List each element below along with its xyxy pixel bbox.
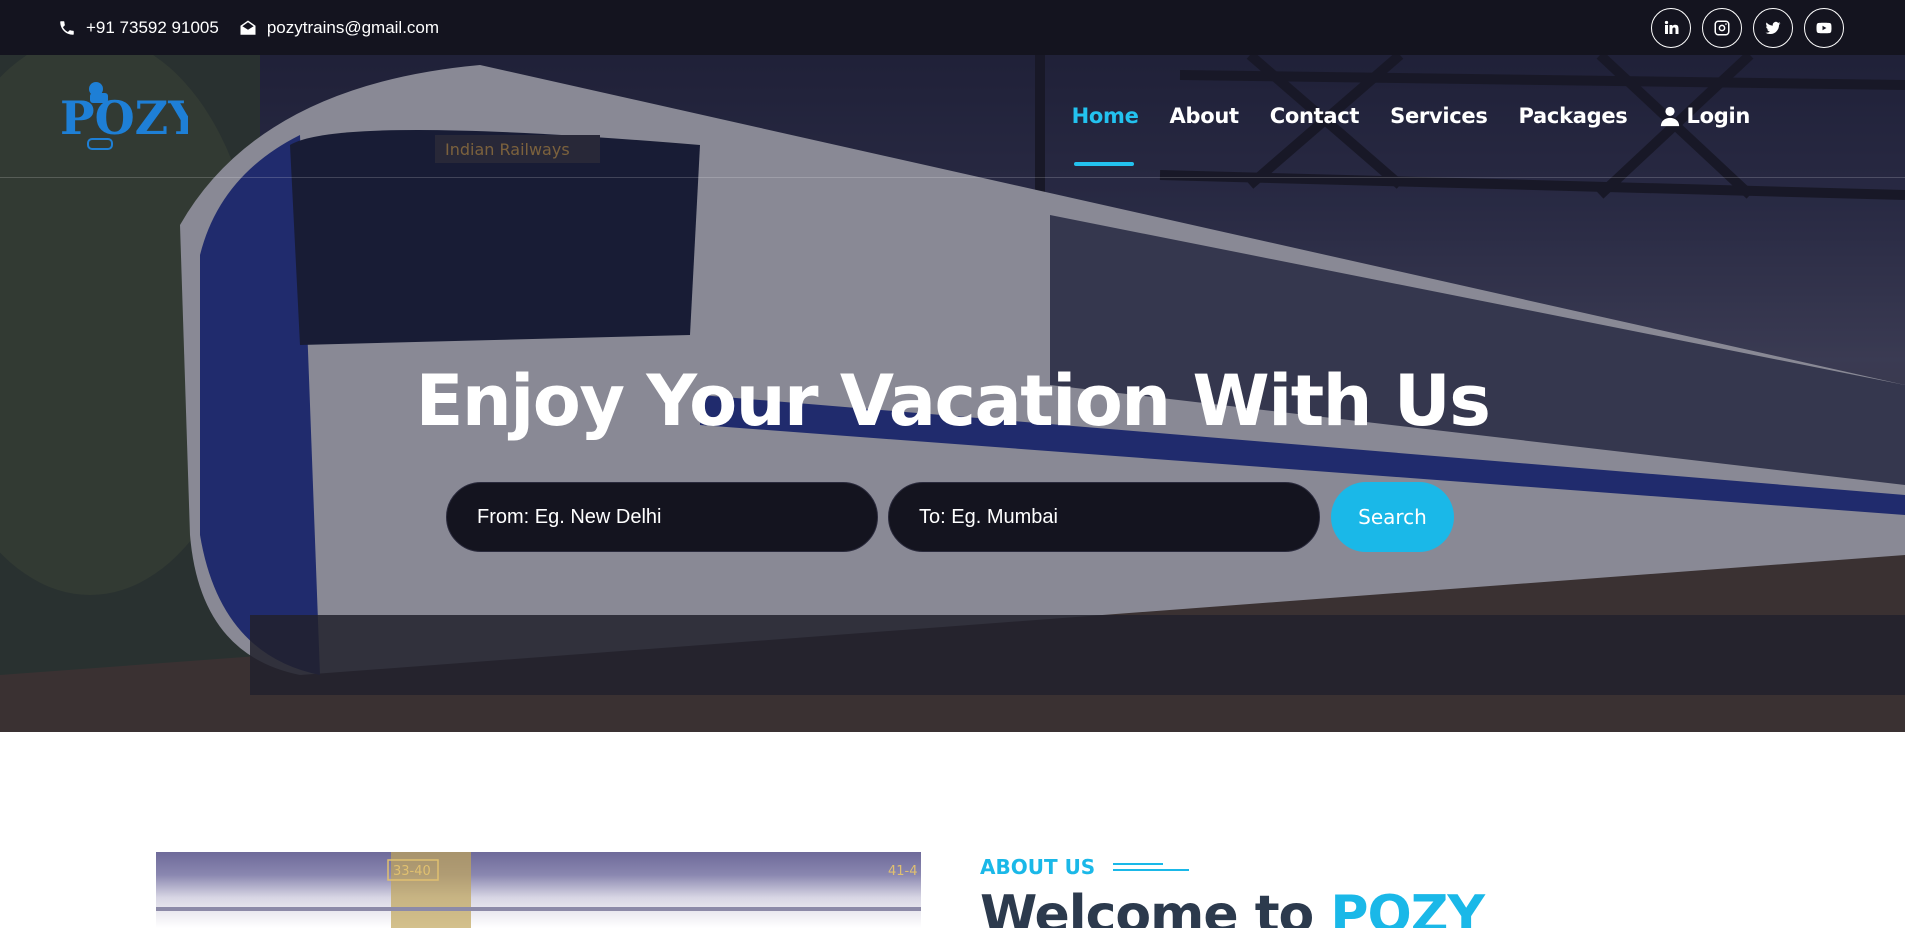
user-icon — [1660, 106, 1679, 127]
nav-about-label: About — [1169, 104, 1240, 128]
search-button[interactable]: Search — [1331, 482, 1454, 552]
nav-about[interactable]: About — [1169, 104, 1240, 128]
about-image-label-1: 33-40 — [393, 864, 431, 879]
about-tag-label: ABOUT US — [980, 855, 1096, 879]
about-train-image: 33-40 41-4 — [156, 852, 921, 928]
primary-nav: Home About Contact Services Packages Log… — [1071, 104, 1751, 166]
main-navbar: POZY Home About Contact Services Package… — [0, 55, 1905, 178]
about-image-label-2: 41-4 — [888, 864, 918, 879]
email-contact[interactable]: pozytrains@gmail.com — [239, 18, 439, 38]
to-station-input[interactable] — [888, 482, 1320, 552]
twitter-icon — [1765, 21, 1781, 34]
from-station-input[interactable] — [446, 482, 878, 552]
pozy-logo-icon: POZY — [60, 82, 188, 150]
hero-section: Indian Railways POZY Home About Contact … — [0, 55, 1905, 732]
linkedin-link[interactable] — [1651, 7, 1691, 48]
nav-login[interactable]: Login — [1659, 104, 1751, 128]
about-train-art: 33-40 41-4 — [156, 852, 921, 928]
nav-packages-label: Packages — [1518, 104, 1628, 128]
instagram-icon — [1714, 20, 1730, 35]
nav-services-label: Services — [1390, 104, 1488, 128]
youtube-link[interactable] — [1804, 7, 1844, 48]
nav-contact[interactable]: Contact — [1269, 104, 1360, 128]
about-title-prefix: Welcome to — [980, 885, 1331, 928]
instagram-link[interactable] — [1702, 7, 1742, 48]
email-address: pozytrains@gmail.com — [266, 17, 440, 37]
about-tag-lines — [1113, 860, 1190, 874]
youtube-icon — [1816, 22, 1832, 33]
phone-number: +91 73592 91005 — [86, 17, 219, 37]
phone-icon — [60, 20, 74, 35]
nav-home-label: Home — [1071, 104, 1139, 128]
nav-packages[interactable]: Packages — [1519, 104, 1628, 128]
nav-contact-label: Contact — [1269, 104, 1360, 128]
social-links — [1651, 7, 1844, 48]
envelope-open-icon — [240, 20, 256, 35]
pozy-logo[interactable]: POZY — [60, 76, 188, 156]
route-search-form: Search — [446, 482, 1454, 552]
top-bar: +91 73592 91005 pozytrains@gmail.com — [0, 0, 1905, 55]
about-title: Welcome to POZY — [980, 885, 1485, 928]
phone-contact[interactable]: +91 73592 91005 — [58, 18, 219, 38]
twitter-link[interactable] — [1753, 7, 1793, 48]
hero-title: Enjoy Your Vacation With Us — [415, 360, 1491, 442]
nav-services[interactable]: Services — [1390, 104, 1488, 128]
nav-home[interactable]: Home — [1071, 104, 1139, 166]
nav-login-label: Login — [1686, 104, 1751, 128]
about-title-brand: POZY — [1330, 885, 1485, 928]
about-section-tag: ABOUT US — [980, 855, 1190, 879]
contact-info: +91 73592 91005 pozytrains@gmail.com — [58, 18, 439, 38]
logo-text: POZY — [60, 91, 188, 145]
linkedin-icon — [1664, 20, 1679, 34]
